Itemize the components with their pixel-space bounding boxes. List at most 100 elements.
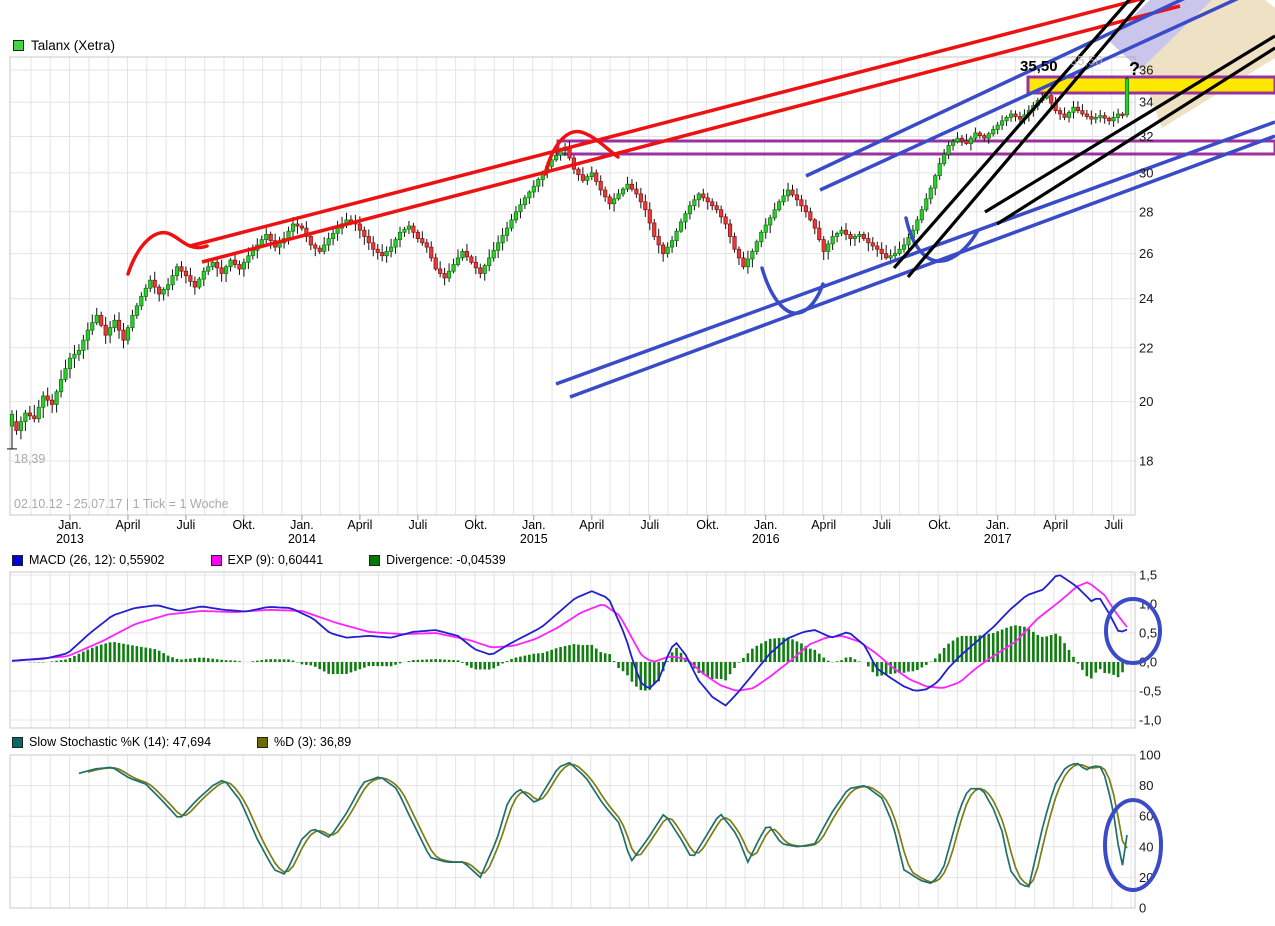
- divergence-bar: [184, 658, 188, 662]
- divergence-bar: [264, 659, 268, 662]
- divergence-bar: [1112, 662, 1115, 675]
- divergence-bar: [1045, 636, 1049, 662]
- divergence-bar: [282, 659, 286, 662]
- candle: [736, 248, 742, 259]
- candle: [9, 414, 15, 427]
- divergence-bar: [755, 645, 759, 662]
- divergence-bar: [1094, 662, 1098, 673]
- x-axis-month-label: Juli: [408, 518, 427, 532]
- macd-axis-tick-label: 1,5: [1139, 568, 1157, 583]
- divergence-bar: [479, 662, 482, 670]
- candle: [745, 258, 750, 268]
- blue-trend-line[interactable]: [569, 134, 1275, 399]
- divergence-bar: [198, 657, 201, 662]
- candle: [647, 209, 652, 224]
- candle: [139, 295, 144, 307]
- candle: [473, 261, 478, 269]
- candle: [192, 280, 197, 288]
- stochastic-indicator-panel: Slow Stochastic %K (14): 47,694 %D (3): …: [0, 732, 1275, 926]
- candle: [719, 209, 724, 218]
- divergence-bar: [148, 648, 152, 662]
- divergence-bar: [180, 659, 183, 662]
- candle: [170, 275, 175, 286]
- question-mark-annotation[interactable]: ?: [1129, 59, 1140, 80]
- divergence-bar: [82, 651, 85, 662]
- candle: [826, 243, 831, 252]
- divergence-bar: [99, 644, 103, 662]
- price-axis-tick-label: 30: [1139, 165, 1153, 180]
- candle: [1013, 113, 1018, 117]
- candle: [991, 129, 996, 135]
- divergence-bar: [523, 655, 527, 662]
- macd-legend-item-macd[interactable]: MACD (26, 12): 0,55902: [12, 553, 165, 567]
- stoch-axis-tick-label: 100: [1139, 748, 1161, 763]
- divergence-bar: [425, 659, 429, 662]
- divergence-bar: [1098, 662, 1102, 670]
- candle: [357, 223, 362, 231]
- candle: [460, 251, 465, 259]
- divergence-bar: [1072, 656, 1075, 662]
- divergence-bar: [889, 662, 892, 674]
- candle: [166, 284, 171, 290]
- divergence-bar: [1000, 629, 1004, 662]
- candle: [23, 412, 28, 423]
- candle: [835, 232, 840, 237]
- macd-chart-canvas: 1,51,00,50,0-0,5-1,0: [9, 568, 1162, 729]
- candle: [670, 240, 675, 248]
- candle: [897, 248, 902, 254]
- candle: [130, 315, 135, 329]
- divergence-bar: [938, 653, 941, 662]
- candle: [76, 349, 81, 355]
- candle: [643, 201, 648, 211]
- macd-legend-item-exp[interactable]: EXP (9): 0,60441: [210, 553, 323, 567]
- candle: [580, 174, 585, 181]
- red-trend-line[interactable]: [201, 4, 1181, 264]
- candle: [612, 198, 617, 205]
- divergence-bar: [501, 662, 504, 664]
- stoch-axis-tick-label: 0: [1139, 901, 1146, 916]
- candle: [1080, 110, 1085, 115]
- candle: [313, 244, 318, 249]
- candle: [322, 244, 327, 252]
- candle: [576, 168, 581, 176]
- divergence-bar: [461, 662, 464, 663]
- divergence-bar: [1014, 625, 1017, 662]
- divergence-bar: [331, 662, 335, 675]
- divergence-bar: [835, 661, 839, 662]
- candle: [696, 193, 701, 201]
- candle: [45, 395, 50, 401]
- divergence-bar: [487, 662, 491, 670]
- candle: [500, 235, 505, 244]
- divergence-bar: [260, 660, 264, 662]
- divergence-bar: [126, 644, 130, 662]
- candle: [812, 219, 817, 229]
- divergence-bar: [474, 662, 478, 670]
- divergence-swatch-icon: [369, 554, 381, 566]
- candle: [1107, 117, 1112, 122]
- candle: [317, 247, 322, 252]
- candle: [157, 286, 162, 295]
- candle: [1004, 117, 1009, 122]
- divergence-bar: [648, 662, 652, 690]
- candle: [389, 246, 394, 252]
- stoch-legend-item-d[interactable]: %D (3): 36,89: [257, 735, 351, 749]
- candle: [531, 185, 536, 193]
- price-axis-tick-label: 34: [1139, 95, 1153, 110]
- divergence-bar: [777, 638, 781, 662]
- candle: [638, 193, 643, 203]
- divergence-bar: [916, 662, 919, 671]
- divergence-bar: [550, 649, 553, 662]
- divergence-bar: [505, 661, 509, 662]
- divergence-bar: [443, 659, 446, 662]
- price-target-label[interactable]: 35,50: [1020, 58, 1058, 75]
- candle: [683, 213, 688, 223]
- candle: [18, 421, 23, 431]
- divergence-bar: [733, 662, 736, 668]
- macd-legend-item-divergence[interactable]: Divergence: -0,04539: [369, 553, 506, 567]
- candle: [72, 353, 77, 359]
- divergence-bar: [590, 644, 594, 662]
- candle: [937, 163, 942, 177]
- candle: [901, 244, 907, 250]
- plot-border: [9, 56, 1136, 516]
- stoch-legend-item-k[interactable]: Slow Stochastic %K (14): 47,694: [12, 735, 211, 749]
